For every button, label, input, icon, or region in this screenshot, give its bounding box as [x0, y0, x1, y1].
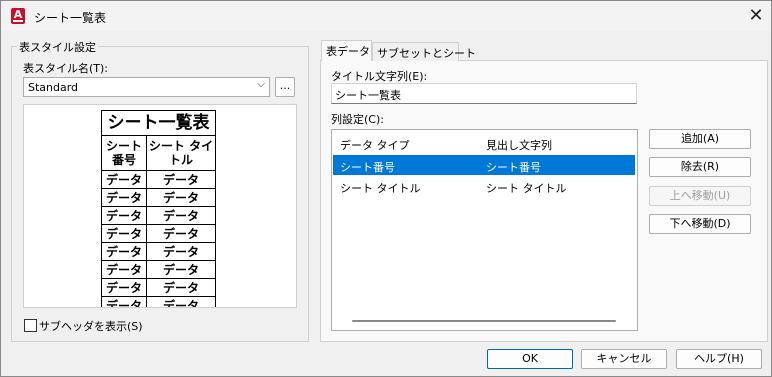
preview-cell: データ — [101, 278, 147, 297]
preview-rows: データ データ データ データ データ データ データ データ データ データ データ データ データデ… — [101, 170, 216, 307]
preview-title: シート一覧表 — [101, 110, 216, 136]
title-string-input[interactable]: シート一覧表 — [331, 83, 637, 104]
list-item-heading: シート番号 — [486, 161, 541, 174]
preview-cell: データ — [146, 206, 216, 225]
column-header-data-type[interactable]: データ タイプ — [340, 137, 410, 153]
subheader-checkbox[interactable] — [24, 319, 37, 332]
preview-cell: データ — [146, 242, 216, 261]
horizontal-scrollbar[interactable] — [352, 320, 616, 322]
move-up-button[interactable]: 上へ移動(U) — [649, 186, 751, 206]
title-bar: A シート一覧表 ✕ — [1, 1, 771, 31]
preview-row: データ データ — [101, 224, 216, 243]
preview-cell: データ — [101, 188, 147, 207]
preview-header-title: シート タイ トル — [146, 135, 216, 171]
table-preview: シート一覧表 シート 番号 シート タイ トル データ データ データ データ データ データ… — [23, 104, 297, 308]
list-item-type: シート タイトル — [340, 182, 421, 195]
table-style-value: Standard — [28, 81, 79, 94]
list-header-row: データ タイプ 見出し文字列 — [333, 133, 635, 153]
table-style-combo[interactable]: Standard ⌵ — [23, 77, 270, 97]
subheader-checkbox-label: サブヘッダを表示(S) — [39, 320, 143, 333]
list-item[interactable]: シート番号 シート番号 — [333, 155, 635, 175]
remove-button[interactable]: 除去(R) — [649, 157, 751, 177]
help-button[interactable]: ヘルプ(H) — [676, 349, 762, 369]
preview-cell: データ — [146, 170, 216, 189]
preview-header-number: シート 番号 — [101, 135, 147, 171]
preview-cell: データ — [146, 278, 216, 297]
columns-listview[interactable]: データ タイプ 見出し文字列 シート番号 シート番号 シート タイトル シート … — [331, 129, 638, 331]
preview-row: データ データ — [101, 170, 216, 189]
move-down-button[interactable]: 下へ移動(D) — [649, 214, 751, 234]
ok-button[interactable]: OK — [487, 349, 573, 369]
columns-label: 列設定(C): — [331, 113, 384, 126]
preview-cell: データ — [101, 170, 147, 189]
dialog-window: A シート一覧表 ✕ 表スタイル設定 表スタイル名(T): Standard ⌵… — [0, 0, 772, 377]
preview-cell: データ — [101, 296, 147, 307]
preview-cell: データ — [101, 224, 147, 243]
preview-cell: データ — [146, 260, 216, 279]
title-string-label: タイトル文字列(E): — [331, 70, 428, 83]
preview-cell: データ — [146, 224, 216, 243]
preview-row: データ データ — [101, 206, 216, 225]
preview-row: データ データ — [101, 296, 216, 307]
add-button[interactable]: 追加(A) — [649, 129, 751, 149]
preview-cell: データ — [101, 206, 147, 225]
cancel-button[interactable]: キャンセル — [581, 349, 667, 369]
close-icon[interactable]: ✕ — [741, 3, 771, 29]
preview-row: データ データ — [101, 188, 216, 207]
preview-table: シート一覧表 シート 番号 シート タイ トル データ データ データ データ データ データ… — [101, 110, 216, 307]
table-style-group-title: 表スタイル設定 — [17, 39, 98, 55]
preview-cell: データ — [146, 188, 216, 207]
list-item-heading: シート タイトル — [486, 182, 567, 195]
preview-row: データ データ — [101, 278, 216, 297]
preview-cell: データ — [101, 260, 147, 279]
window-title: シート一覧表 — [34, 11, 107, 25]
preview-row: データ データ — [101, 242, 216, 261]
autocad-app-icon: A — [11, 8, 25, 24]
tab-subsets-sheets[interactable]: サブセットとシート — [372, 42, 476, 61]
preview-row: データ データ — [101, 260, 216, 279]
style-name-label: 表スタイル名(T): — [23, 62, 109, 75]
list-item-type: シート番号 — [340, 161, 395, 174]
title-string-value: シート一覧表 — [335, 89, 401, 102]
chevron-down-icon: ⌵ — [257, 79, 265, 90]
list-item[interactable]: シート タイトル シート タイトル — [333, 176, 635, 196]
tab-table-data[interactable]: 表データ — [321, 40, 372, 61]
column-header-heading[interactable]: 見出し文字列 — [486, 137, 552, 153]
preview-cell: データ — [146, 296, 216, 307]
preview-cell: データ — [101, 242, 147, 261]
browse-style-button[interactable]: ... — [275, 77, 295, 97]
